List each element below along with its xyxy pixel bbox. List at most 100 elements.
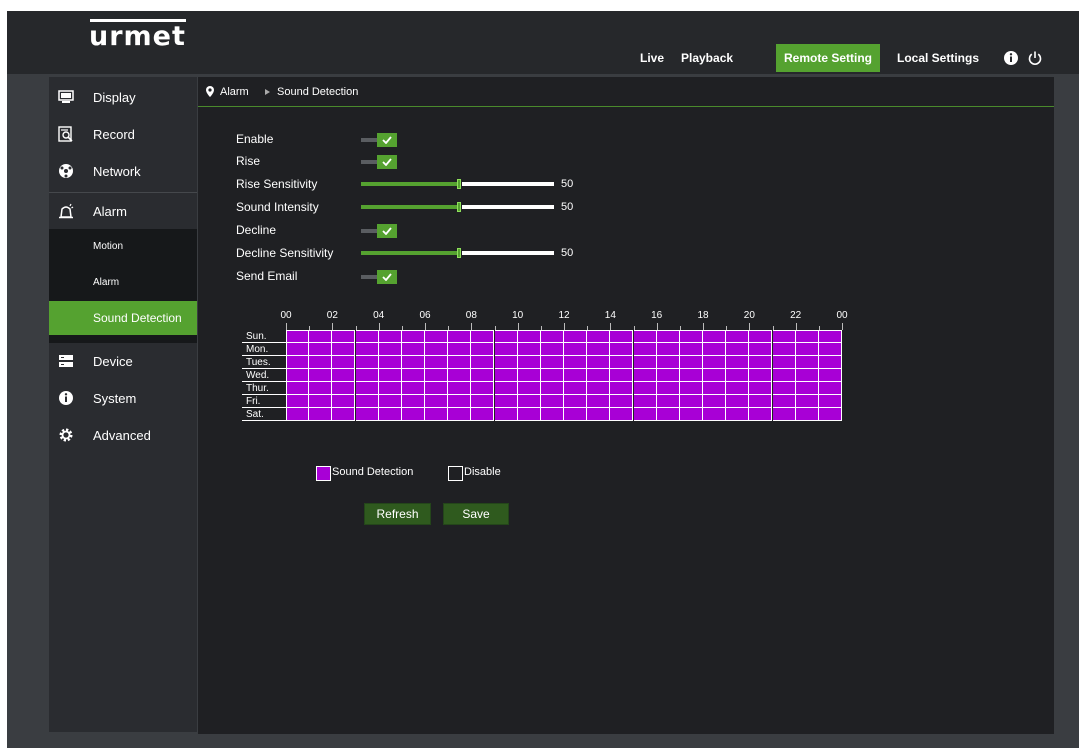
- schedule-cell[interactable]: [309, 343, 333, 356]
- schedule-cell[interactable]: [494, 343, 518, 356]
- schedule-cell[interactable]: [749, 343, 773, 356]
- schedule-cell[interactable]: [587, 343, 611, 356]
- schedule-cell[interactable]: [355, 382, 379, 395]
- schedule-cell[interactable]: [471, 382, 495, 395]
- schedule-cell[interactable]: [679, 395, 703, 408]
- schedule-cell[interactable]: [633, 330, 657, 343]
- schedule-cell[interactable]: [795, 330, 819, 343]
- schedule-cell[interactable]: [494, 382, 518, 395]
- schedule-cell[interactable]: [703, 408, 727, 421]
- schedule-cell[interactable]: [772, 369, 796, 382]
- schedule-cell[interactable]: [610, 369, 634, 382]
- schedule-cell[interactable]: [587, 382, 611, 395]
- schedule-cell[interactable]: [540, 408, 564, 421]
- schedule-cell[interactable]: [726, 356, 750, 369]
- schedule-cell[interactable]: [309, 382, 333, 395]
- schedule-cell[interactable]: [355, 356, 379, 369]
- schedule-cell[interactable]: [610, 330, 634, 343]
- schedule-cell[interactable]: [610, 408, 634, 421]
- schedule-cell[interactable]: [795, 369, 819, 382]
- refresh-button[interactable]: Refresh: [364, 503, 431, 525]
- schedule-cell[interactable]: [587, 408, 611, 421]
- schedule-cell[interactable]: [494, 330, 518, 343]
- schedule-cell[interactable]: [587, 330, 611, 343]
- schedule-cell[interactable]: [425, 356, 449, 369]
- slider-thumb[interactable]: [457, 202, 461, 212]
- schedule-cell[interactable]: [749, 408, 773, 421]
- schedule-cell[interactable]: [286, 408, 310, 421]
- schedule-cell[interactable]: [633, 395, 657, 408]
- schedule-cell[interactable]: [332, 382, 356, 395]
- schedule-cell[interactable]: [517, 395, 541, 408]
- send-email-toggle[interactable]: [361, 270, 399, 284]
- schedule-cell[interactable]: [772, 330, 796, 343]
- schedule-cell[interactable]: [448, 408, 472, 421]
- schedule-cell[interactable]: [517, 369, 541, 382]
- schedule-cell[interactable]: [309, 408, 333, 421]
- schedule-cell[interactable]: [448, 369, 472, 382]
- schedule-cell[interactable]: [726, 330, 750, 343]
- schedule-cell[interactable]: [332, 395, 356, 408]
- schedule-cell[interactable]: [309, 330, 333, 343]
- schedule-cell[interactable]: [610, 356, 634, 369]
- decline-toggle[interactable]: [361, 224, 399, 238]
- schedule-cell[interactable]: [471, 369, 495, 382]
- schedule-cell[interactable]: [772, 408, 796, 421]
- schedule-cell[interactable]: [378, 356, 402, 369]
- sidebar-item-network[interactable]: Network: [49, 153, 197, 189]
- schedule-cell[interactable]: [818, 395, 842, 408]
- schedule-cell[interactable]: [749, 356, 773, 369]
- schedule-cell[interactable]: [656, 408, 680, 421]
- sound-intensity-slider[interactable]: [361, 202, 554, 212]
- schedule-cell[interactable]: [564, 395, 588, 408]
- schedule-cell[interactable]: [679, 408, 703, 421]
- enable-toggle[interactable]: [361, 133, 399, 147]
- schedule-cell[interactable]: [517, 343, 541, 356]
- schedule-cell[interactable]: [564, 408, 588, 421]
- schedule-cell[interactable]: [795, 356, 819, 369]
- schedule-cell[interactable]: [471, 408, 495, 421]
- schedule-cell[interactable]: [564, 343, 588, 356]
- schedule-cell[interactable]: [286, 382, 310, 395]
- schedule-cell[interactable]: [703, 395, 727, 408]
- schedule-cell[interactable]: [610, 343, 634, 356]
- schedule-cell[interactable]: [378, 382, 402, 395]
- legend-disable-swatch[interactable]: [448, 466, 463, 481]
- rise-sensitivity-slider[interactable]: [361, 179, 554, 189]
- schedule-cell[interactable]: [355, 330, 379, 343]
- schedule-cell[interactable]: [703, 330, 727, 343]
- schedule-cell[interactable]: [425, 382, 449, 395]
- schedule-cell[interactable]: [679, 330, 703, 343]
- schedule-cell[interactable]: [679, 343, 703, 356]
- schedule-cell[interactable]: [309, 395, 333, 408]
- schedule-cell[interactable]: [749, 330, 773, 343]
- schedule-cell[interactable]: [494, 395, 518, 408]
- schedule-cell[interactable]: [633, 343, 657, 356]
- schedule-cell[interactable]: [818, 356, 842, 369]
- slider-thumb[interactable]: [457, 248, 461, 258]
- schedule-cell[interactable]: [332, 408, 356, 421]
- schedule-cell[interactable]: [656, 369, 680, 382]
- schedule-cell[interactable]: [494, 408, 518, 421]
- nav-remote-setting[interactable]: Remote Setting: [776, 44, 881, 72]
- schedule-cell[interactable]: [378, 395, 402, 408]
- schedule-cell[interactable]: [818, 382, 842, 395]
- submenu-item-motion[interactable]: Motion: [49, 229, 197, 263]
- schedule-cell[interactable]: [355, 395, 379, 408]
- schedule-cell[interactable]: [540, 382, 564, 395]
- schedule-cell[interactable]: [471, 356, 495, 369]
- schedule-cell[interactable]: [448, 382, 472, 395]
- slider-thumb[interactable]: [457, 179, 461, 189]
- schedule-cell[interactable]: [795, 382, 819, 395]
- schedule-cell[interactable]: [517, 356, 541, 369]
- schedule-cell[interactable]: [703, 356, 727, 369]
- schedule-cell[interactable]: [448, 395, 472, 408]
- legend-sound-detection-swatch[interactable]: [316, 466, 331, 481]
- schedule-cell[interactable]: [355, 408, 379, 421]
- schedule-cell[interactable]: [633, 382, 657, 395]
- schedule-cell[interactable]: [425, 395, 449, 408]
- schedule-cell[interactable]: [471, 395, 495, 408]
- schedule-cell[interactable]: [401, 330, 425, 343]
- schedule-cell[interactable]: [378, 408, 402, 421]
- rise-toggle[interactable]: [361, 155, 399, 169]
